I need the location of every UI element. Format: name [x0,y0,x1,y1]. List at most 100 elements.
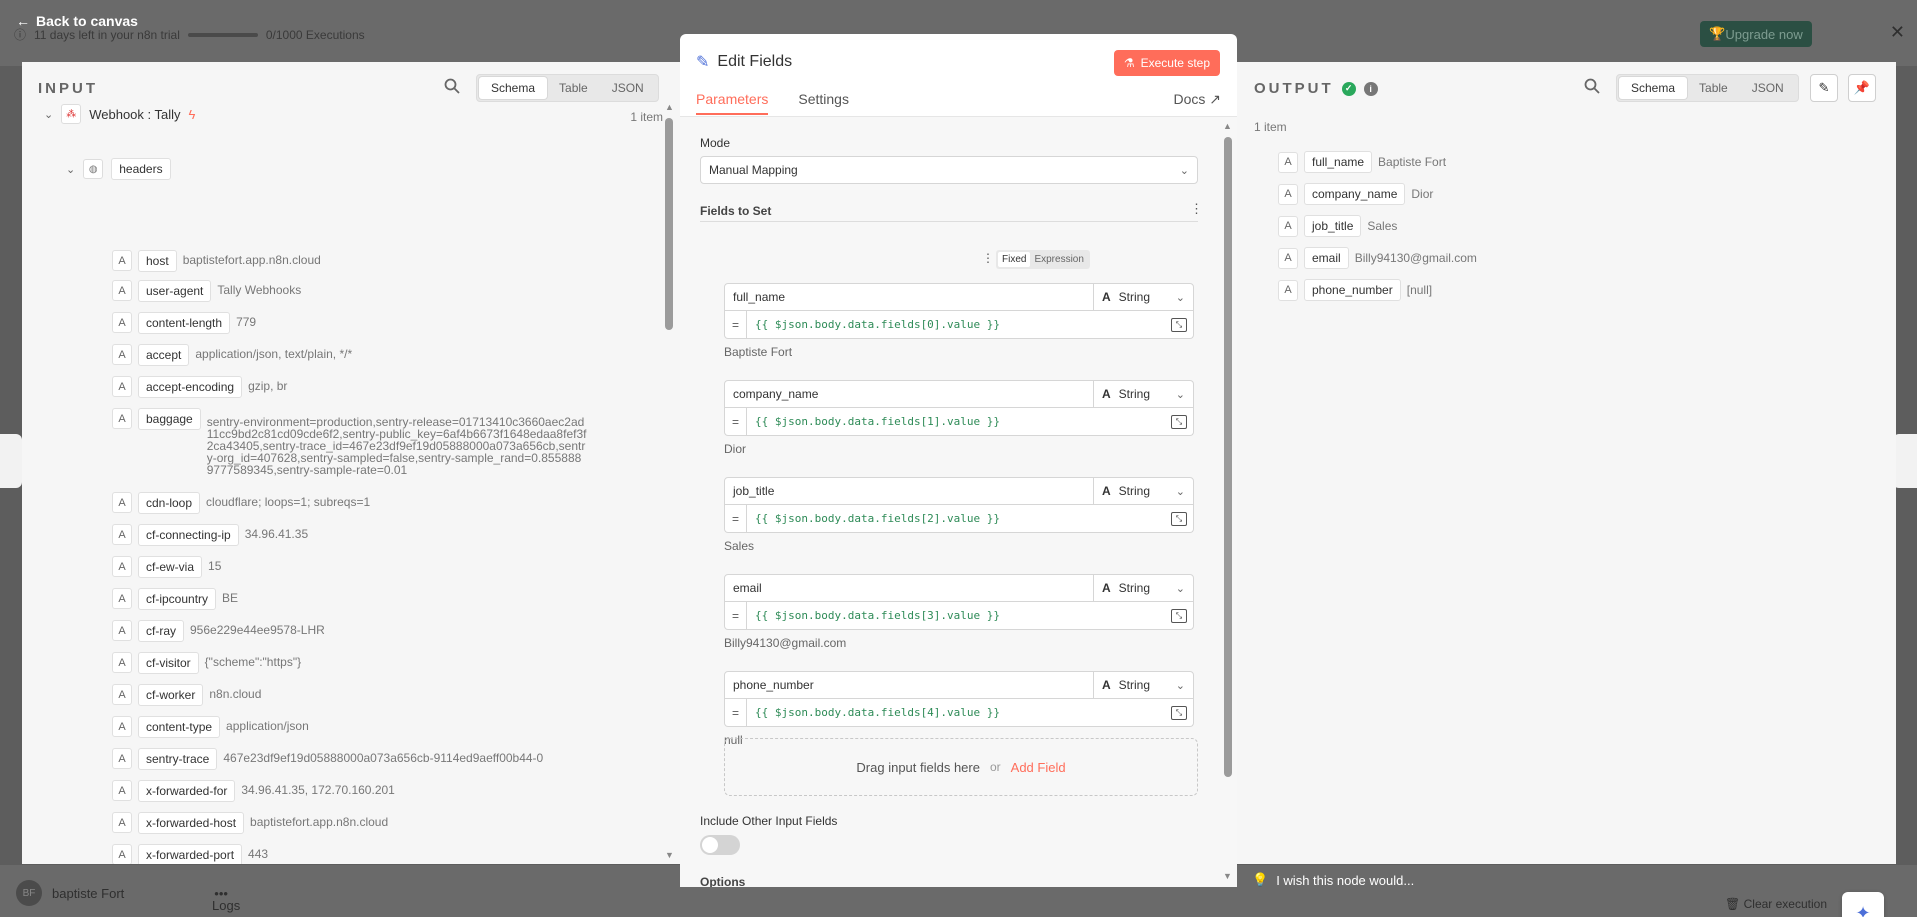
drop-zone[interactable]: Drag input fields here or Add Field [724,738,1198,796]
scroll-up-icon[interactable]: ▲ [665,102,674,112]
field-key[interactable]: cf-connecting-ip [138,524,239,546]
scroll-thumb[interactable] [1224,137,1232,777]
node-title[interactable]: ✎ Edit Fields [696,52,792,72]
field-key[interactable]: accept [138,344,190,366]
assignment-name-input[interactable]: company_name [725,387,1093,401]
type-select[interactable]: A String ⌄ [1093,284,1193,310]
input-scrollbar[interactable]: ▲ ▼ [664,102,674,862]
user-menu[interactable]: BF baptiste Fort ••• [16,880,228,906]
pin-data-button[interactable]: 📌 [1848,74,1876,102]
input-field-row[interactable]: Ax-forwarded-for 34.96.41.35, 172.70.160.… [112,780,395,802]
type-select[interactable]: A String ⌄ [1093,478,1193,504]
expand-icon[interactable]: ⤡ [1171,705,1187,720]
field-key[interactable]: cf-ray [138,620,184,642]
field-key[interactable]: x-forwarded-host [138,812,245,834]
field-key[interactable]: user-agent [138,280,212,302]
output-field-row[interactable]: Ajob_title Sales [1278,215,1397,237]
expression-input[interactable]: {{ $json.body.data.fields[4].value }} [747,706,1171,719]
tab-table[interactable]: Table [547,77,600,99]
chevron-down-icon[interactable]: ⌄ [44,108,53,121]
expression-option[interactable]: Expression [1030,252,1087,267]
upgrade-button[interactable]: 🏆 Upgrade now [1700,21,1812,47]
input-field-row[interactable]: Abaggage sentry-environment=production,se… [112,408,587,476]
field-key[interactable]: cf-ipcountry [138,588,217,610]
field-key[interactable]: content-length [138,312,231,334]
field-key[interactable]: cf-ew-via [138,556,203,578]
expression-input[interactable]: {{ $json.body.data.fields[3].value }} [747,609,1171,622]
prev-node-tab[interactable] [0,434,22,488]
headers-row[interactable]: ⌄ ◍ headers [66,158,171,180]
drag-handle-icon[interactable]: ⋮ [982,251,994,265]
input-field-row[interactable]: Asentry-trace 467e23df9ef19d05888000a073a… [112,748,543,770]
expand-icon[interactable]: ⤡ [1171,317,1187,332]
input-field-row[interactable]: Aaccept-encoding gzip, br [112,376,287,398]
expand-icon[interactable]: ⤡ [1171,608,1187,623]
field-key[interactable]: baggage [138,408,201,430]
assignment-name-input[interactable]: full_name [725,290,1093,304]
input-field-row[interactable]: Acf-connecting-ip 34.96.41.35 [112,524,308,546]
output-field-row[interactable]: Acompany_name Dior [1278,183,1433,205]
chevron-down-icon[interactable]: ⌄ [66,163,75,176]
close-icon[interactable]: ✕ [1890,22,1905,43]
expression-input[interactable]: {{ $json.body.data.fields[2].value }} [747,512,1171,525]
modal-scrollbar[interactable]: ▲ ▼ [1223,121,1233,883]
search-icon[interactable] [1584,78,1600,98]
expand-icon[interactable]: ⤡ [1171,414,1187,429]
type-select[interactable]: A String ⌄ [1093,672,1193,698]
output-field-row[interactable]: Aemail Billy94130@gmail.com [1278,247,1477,269]
field-key[interactable]: accept-encoding [138,376,243,398]
input-field-row[interactable]: Aaccept application/json, text/plain, */* [112,344,352,366]
input-field-row[interactable]: Auser-agent Tally Webhooks [112,280,301,302]
input-field-row[interactable]: Ax-forwarded-host baptistefort.app.n8n.cl… [112,812,388,834]
logs-label[interactable]: Logs [212,898,240,913]
include-other-fields-toggle[interactable] [700,835,740,855]
tab-json[interactable]: JSON [1740,77,1796,99]
input-field-row[interactable]: Acf-ipcountry BE [112,588,238,610]
tab-schema[interactable]: Schema [1619,77,1688,99]
expression-input[interactable]: {{ $json.body.data.fields[0].value }} [747,318,1171,331]
field-key[interactable]: content-type [138,716,221,738]
expand-icon[interactable]: ⤡ [1171,511,1187,526]
assignment-value-row[interactable]: ={{ $json.body.data.fields[2].value }} ⤡ [724,505,1194,533]
docs-link[interactable]: Docs ↗ [1173,91,1221,108]
field-key[interactable]: full_name [1304,151,1373,173]
input-field-row[interactable]: Acontent-type application/json [112,716,309,738]
expression-input[interactable]: {{ $json.body.data.fields[1].value }} [747,415,1171,428]
info-icon[interactable]: i [1363,81,1378,96]
ai-assistant-button[interactable]: ✦ [1842,892,1884,917]
type-select[interactable]: A String ⌄ [1093,575,1193,601]
add-field-button[interactable]: Add Field [1011,760,1066,775]
scroll-down-icon[interactable]: ▼ [1223,871,1232,881]
input-field-row[interactable]: Ax-forwarded-port 443 [112,844,268,864]
input-field-row[interactable]: Acf-visitor {"scheme":"https"} [112,652,301,674]
output-field-row[interactable]: Aphone_number [null] [1278,279,1432,301]
scroll-down-icon[interactable]: ▼ [665,850,674,860]
output-field-row[interactable]: Afull_name Baptiste Fort [1278,151,1446,173]
assignment-name-input[interactable]: phone_number [725,678,1093,692]
input-field-row[interactable]: Acdn-loop cloudflare; loops=1; subreqs=1 [112,492,370,514]
tab-json[interactable]: JSON [600,77,656,99]
webhook-node-row[interactable]: ⌄ ⁂ Webhook : Tally ϟ [44,104,195,124]
field-key[interactable]: x-forwarded-port [138,844,243,864]
scroll-thumb[interactable] [665,118,673,330]
field-key[interactable]: phone_number [1304,279,1401,301]
search-icon[interactable] [444,78,460,98]
assignment-value-row[interactable]: ={{ $json.body.data.fields[4].value }} ⤡ [724,699,1194,727]
next-node-tab[interactable] [1893,434,1917,488]
assignment-value-row[interactable]: ={{ $json.body.data.fields[1].value }} ⤡ [724,408,1194,436]
assignment-name-input[interactable]: job_title [725,484,1093,498]
tab-schema[interactable]: Schema [479,77,548,99]
execute-step-button[interactable]: ⚗ Execute step [1113,50,1220,76]
wish-feedback-link[interactable]: 💡 I wish this node would... [1252,872,1414,888]
fixed-option[interactable]: Fixed [998,252,1031,267]
more-vertical-icon[interactable]: ⋮ [1190,201,1203,217]
field-key[interactable]: cdn-loop [138,492,201,514]
field-key[interactable]: cf-visitor [138,652,199,674]
input-field-row[interactable]: Acf-ew-via 15 [112,556,221,578]
field-key[interactable]: job_title [1304,215,1362,237]
mode-select[interactable]: Manual Mapping ⌄ [700,156,1198,184]
clear-execution-button[interactable]: 🗑 Clear execution [1725,897,1827,911]
field-key[interactable]: x-forwarded-for [138,780,236,802]
type-select[interactable]: A String ⌄ [1093,381,1193,407]
edit-output-button[interactable]: ✎ [1810,74,1838,102]
